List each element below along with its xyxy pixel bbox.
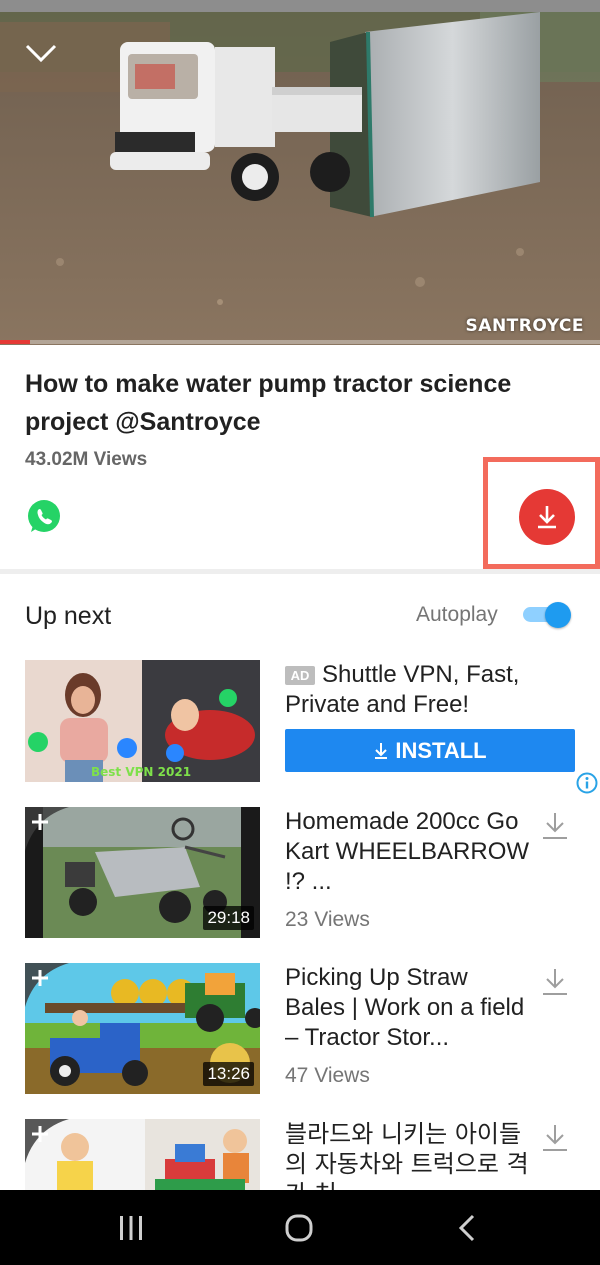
status-strip	[0, 0, 600, 12]
add-to-queue-icon[interactable]	[25, 963, 69, 1007]
home-button[interactable]	[259, 1190, 339, 1265]
autoplay-toggle[interactable]	[521, 602, 573, 628]
toggle-knob	[545, 602, 571, 628]
ad-info-button[interactable]	[576, 772, 598, 794]
home-icon	[285, 1214, 313, 1241]
video-frame	[0, 12, 600, 345]
video-thumbnail[interactable]: 13:26	[25, 963, 260, 1094]
recent-apps-icon	[120, 1215, 142, 1240]
video-title[interactable]: Homemade 200cc Go Kart WHEELBARROW !? ..…	[285, 807, 530, 897]
download-button[interactable]	[519, 489, 575, 545]
section-divider	[0, 569, 600, 574]
ad-thumbnail-image: Best VPN 2021	[25, 660, 260, 782]
video-views: 23 Views	[285, 908, 370, 931]
duration-badge: 29:18	[203, 906, 254, 930]
download-icon	[538, 506, 556, 529]
up-next-heading: Up next	[25, 602, 112, 630]
download-icon[interactable]	[541, 811, 569, 841]
video-title: How to make water pump tractor science p…	[25, 370, 512, 436]
progress-fill	[0, 340, 30, 344]
video-title[interactable]: Picking Up Straw Bales | Work on a field…	[285, 963, 530, 1053]
video-progress-bar[interactable]	[0, 340, 600, 344]
channel-watermark: SANTROYCE	[465, 316, 584, 336]
download-icon[interactable]	[541, 967, 569, 997]
add-to-queue-icon[interactable]	[25, 807, 69, 851]
add-to-queue-icon[interactable]	[25, 1119, 69, 1163]
back-icon	[458, 1214, 475, 1241]
whatsapp-share-button[interactable]	[25, 498, 63, 536]
back-button[interactable]	[427, 1190, 507, 1265]
collapse-button[interactable]	[20, 38, 62, 68]
ad-title[interactable]: Shuttle VPN, Fast, Private and Free!	[285, 660, 575, 720]
app-screen: SANTROYCE How to make water pump tractor…	[0, 0, 600, 1265]
ad-thumbnail[interactable]: Best VPN 2021	[25, 660, 260, 782]
install-label: INSTALL	[395, 737, 487, 763]
recent-apps-button[interactable]	[91, 1190, 171, 1265]
list-item[interactable]: 13:26 Picking Up Straw Bales | Work on a…	[0, 963, 600, 1098]
list-item[interactable]: 29:18 Homemade 200cc Go Kart WHEELBARROW…	[0, 807, 600, 942]
chevron-down-icon	[25, 44, 57, 63]
duration-badge: 13:26	[203, 1062, 254, 1086]
video-views: 47 Views	[285, 1064, 370, 1087]
install-button[interactable]: INSTALL	[285, 729, 575, 772]
system-nav-bar	[0, 1190, 600, 1265]
whatsapp-icon	[28, 500, 60, 532]
video-views: 43.02M Views	[25, 449, 148, 470]
download-icon[interactable]	[541, 1123, 569, 1153]
download-icon	[375, 742, 388, 759]
ad-badge: AD	[285, 666, 315, 685]
video-thumbnail[interactable]: 29:18	[25, 807, 260, 938]
autoplay-label: Autoplay	[416, 603, 498, 626]
ad-thumb-caption: Best VPN 2021	[91, 765, 191, 779]
video-player[interactable]: SANTROYCE	[0, 0, 600, 345]
info-icon	[576, 772, 598, 794]
